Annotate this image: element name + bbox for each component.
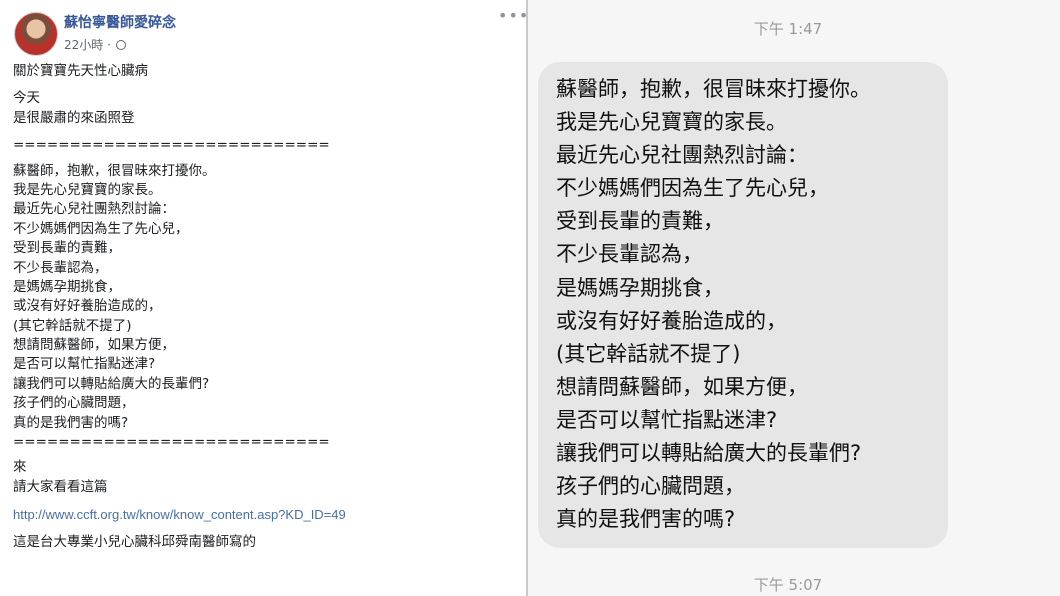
letter-text: 蘇醫師，抱歉，很冒昧來打擾你。 我是先心兒寶寶的家長。 最近先心兒社團熱烈討論： 不少… bbox=[13, 162, 518, 433]
message-timestamp: 下午 5:07 bbox=[753, 576, 823, 594]
text-line: 想請問蘇醫師，如果方便， bbox=[556, 374, 808, 399]
text-line: 真的是我們害的嗎? bbox=[556, 507, 736, 532]
text-line: 蘇醫師，抱歉，很冒昧來打擾你。 bbox=[13, 162, 216, 179]
text-line: 孩子們的心臟問題， bbox=[13, 395, 135, 412]
text-line: 不少媽媽們因為生了先心兒， bbox=[556, 176, 829, 201]
separator: ============================ bbox=[13, 137, 330, 154]
post-author[interactable]: 蘇怡寧醫師愛碎念 bbox=[64, 12, 176, 32]
text-line: 不少長輩認為， bbox=[13, 259, 108, 276]
text-line: 孩子們的心臟問題， bbox=[556, 474, 745, 499]
separator: ============================ bbox=[13, 434, 330, 451]
outro-line: 請大家看看這篇 bbox=[13, 478, 108, 495]
final-line: 這是台大專業小兒心臟科邱舜南醫師寫的 bbox=[13, 533, 256, 550]
text-line: 讓我們可以轉貼給廣大的長輩們? bbox=[13, 375, 210, 392]
text-line: 不少媽媽們因為生了先心兒， bbox=[13, 220, 189, 237]
post-title: 關於寶寶先天性心臟病 bbox=[13, 63, 148, 79]
intro-line: 是很嚴肅的來函照登 bbox=[13, 109, 135, 126]
text-line: (其它幹話就不提了) bbox=[556, 341, 741, 366]
text-line: 是媽媽孕期挑食， bbox=[556, 275, 724, 300]
text-line: 不少長輩認為， bbox=[556, 242, 703, 267]
text-line: 蘇醫師，抱歉，很冒昧來打擾你。 bbox=[556, 77, 871, 101]
text-line: (其它幹話就不提了) bbox=[13, 317, 132, 334]
article-link[interactable]: http://www.ccft.org.tw/know/know_content… bbox=[13, 505, 518, 524]
message-bubble[interactable]: 蘇醫師，抱歉，很冒昧來打擾你。 我是先心兒寶寶的家長。 最近先心兒社團熱烈討論： 不少… bbox=[538, 62, 948, 548]
message-text: 蘇醫師，抱歉，很冒昧來打擾你。 我是先心兒寶寶的家長。 最近先心兒社團熱烈討論： 不少… bbox=[556, 73, 871, 536]
outro-line: 來 bbox=[13, 459, 27, 476]
message-thread-panel: 下午 1:47 蘇醫師，抱歉，很冒昧來打擾你。 我是先心兒寶寶的家長。 最近先心兒社… bbox=[528, 0, 1060, 596]
text-line: 或沒有好好養胎造成的， bbox=[13, 298, 162, 315]
text-line: 是媽媽孕期挑食， bbox=[13, 278, 121, 295]
globe-icon bbox=[115, 39, 126, 50]
message-timestamp: 下午 1:47 bbox=[753, 20, 823, 38]
text-line: 是否可以幫忙指點迷津? bbox=[556, 407, 778, 432]
facebook-post-panel: 蘇怡寧醫師愛碎念 22小時 · ••• 關於寶寶先天性心臟病 今天 是很嚴肅的來… bbox=[0, 0, 526, 596]
post-meta: 22小時 · bbox=[64, 36, 126, 53]
text-line: 真的是我們害的嗎? bbox=[13, 414, 129, 431]
post-timestamp[interactable]: 22小時 · bbox=[64, 36, 111, 53]
text-line: 我是先心兒寶寶的家長。 bbox=[13, 181, 162, 198]
avatar[interactable] bbox=[14, 12, 58, 56]
text-line: 最近先心兒社團熱烈討論： bbox=[556, 143, 808, 168]
intro-line: 今天 bbox=[13, 90, 40, 107]
text-line: 或沒有好好養胎造成的， bbox=[556, 308, 787, 333]
text-line: 受到長輩的責難， bbox=[556, 209, 724, 234]
text-line: 讓我們可以轉貼給廣大的長輩們? bbox=[556, 441, 862, 466]
text-line: 是否可以幫忙指點迷津? bbox=[13, 356, 156, 373]
post-body: 關於寶寶先天性心臟病 今天 是很嚴肅的來函照登 ================… bbox=[13, 62, 518, 552]
text-line: 受到長輩的責難， bbox=[13, 240, 121, 257]
text-line: 我是先心兒寶寶的家長。 bbox=[556, 110, 787, 135]
text-line: 最近先心兒社團熱烈討論： bbox=[13, 201, 175, 218]
text-line: 想請問蘇醫師，如果方便， bbox=[13, 337, 175, 354]
